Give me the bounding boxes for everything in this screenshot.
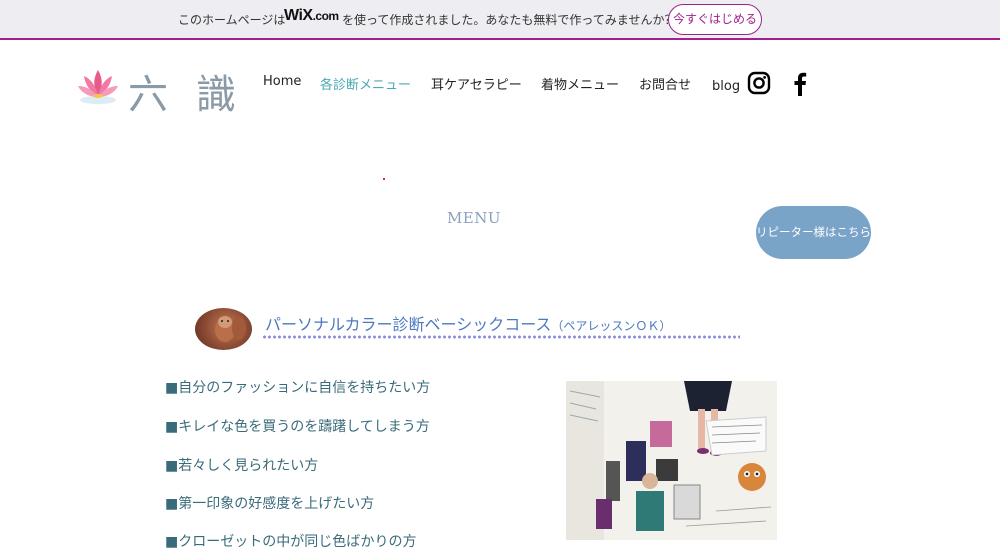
list-item: ■キレイな色を買うのを躊躇してしまう方 [165,419,430,435]
dotted-divider [262,335,740,339]
start-now-button[interactable]: 今すぐはじめる [668,4,762,35]
fashion-collage-photo [566,381,777,540]
course-title-subtitle: （ペアレッスンＯＫ） [551,319,672,333]
wix-logo-suffix: .com [312,9,340,23]
nav-item-contact[interactable]: お問合せ [639,74,691,93]
nav-item-ear-care[interactable]: 耳ケアセラピー [431,74,522,93]
facebook-icon[interactable] [789,70,809,96]
nav-item-diagnosis-menu[interactable]: 各診断メニュー [320,74,411,93]
list-item: ■第一印象の好感度を上げたい方 [165,496,375,512]
list-item: ■自分のファッションに自信を持ちたい方 [165,380,431,396]
nav-item-home[interactable]: Home [263,74,301,89]
nav-item-kimono-menu[interactable]: 着物メニュー [541,74,619,93]
list-item: ■クローゼットの中が同じ色ばかりの方 [165,534,417,550]
lotus-logo-icon[interactable] [76,66,120,106]
wix-banner-text-before: このホームページは [178,13,286,27]
list-item: ■若々しく見られたい方 [165,458,319,474]
wix-logo-main: WiX [284,7,313,24]
instagram-icon[interactable] [747,71,771,95]
wix-banner-text-after: を使って作成されました。あなたも無料で作ってみませんか？ [342,13,677,27]
course-thumbnail-image [195,308,252,350]
nav-item-blog[interactable]: blog [712,79,740,94]
repeater-customer-button[interactable]: リピーター様はこちら [756,206,871,259]
decorative-dot [383,178,385,180]
wix-logo[interactable]: WiX.com [284,7,339,25]
course-title-main: パーソナルカラー診断ベーシックコース [265,315,552,334]
site-logo-text[interactable]: 六識 [128,62,264,120]
course-title: パーソナルカラー診断ベーシックコース（ペアレッスンＯＫ） [265,311,671,335]
wix-promo-banner: このホームページは WiX.com を使って作成されました。あなたも無料で作って… [0,0,1000,40]
